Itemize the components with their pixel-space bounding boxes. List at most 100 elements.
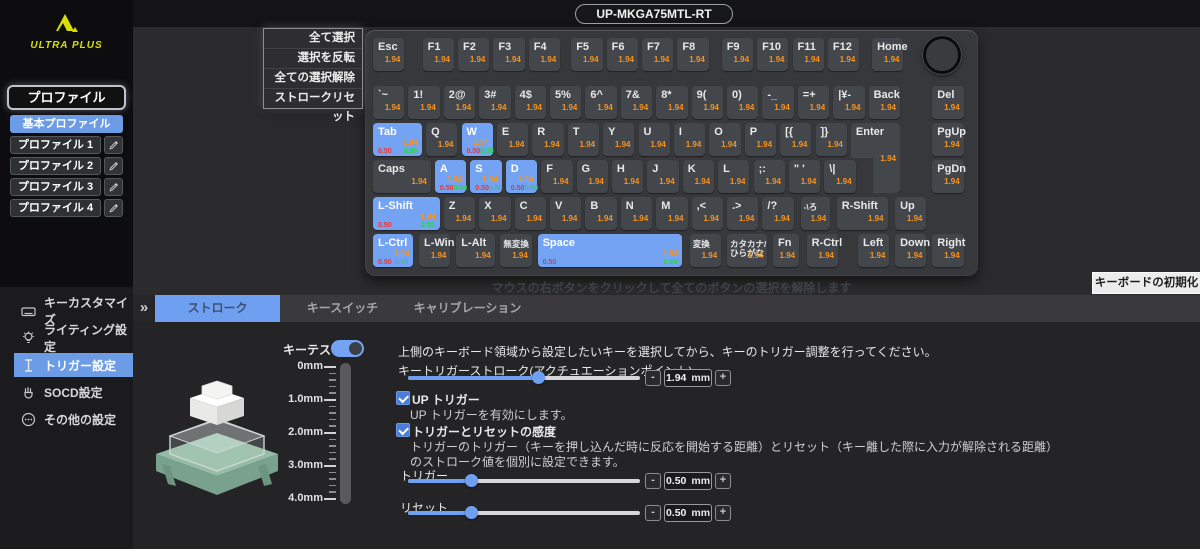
key-F10[interactable]: F101.94 — [757, 38, 788, 71]
stroke-slider[interactable] — [408, 371, 640, 385]
key-F11[interactable]: F111.94 — [793, 38, 824, 71]
key-3#[interactable]: 3#1.94 — [479, 86, 510, 119]
profile-edit-button[interactable] — [104, 199, 123, 217]
key-Back[interactable]: Back1.94 — [869, 86, 900, 119]
key-Right[interactable]: Right1.94 — [932, 234, 963, 267]
key-Down[interactable]: Down1.94 — [895, 234, 926, 267]
context-menu-item[interactable]: 選択を反転 — [264, 49, 362, 69]
key-;:[interactable]: ;:1.94 — [754, 160, 785, 193]
key-R-Ctrl[interactable]: R-Ctrl1.94 — [807, 234, 838, 267]
key-Z[interactable]: Z1.94 — [444, 197, 475, 230]
key-PgDn[interactable]: PgDn1.94 — [932, 160, 963, 193]
key-F5[interactable]: F51.94 — [571, 38, 602, 71]
key-カタカナ/[interactable]: カタカナ/ひらがな1.94 — [727, 234, 767, 267]
key-=+[interactable]: =+1.94 — [798, 86, 829, 119]
profile-edit-button[interactable] — [104, 157, 123, 175]
sensitivity-checkbox[interactable] — [396, 423, 410, 437]
profile-button[interactable]: プロファイル 3 — [10, 178, 101, 196]
profile-edit-button[interactable] — [104, 136, 123, 154]
context-menu-item[interactable]: ストロークリセット — [264, 89, 362, 108]
trigger-slider[interactable] — [408, 474, 640, 488]
reset-minus-button[interactable]: - — [645, 505, 661, 521]
key-N[interactable]: N1.94 — [621, 197, 652, 230]
profile-button[interactable]: プロファイル 1 — [10, 136, 101, 154]
key-\|[interactable]: \|1.94 — [824, 160, 855, 193]
stroke-minus-button[interactable]: - — [645, 370, 661, 386]
key-Q[interactable]: Q1.94 — [426, 123, 457, 156]
key-L[interactable]: L1.94 — [718, 160, 749, 193]
key-9([interactable]: 9(1.94 — [692, 86, 723, 119]
key-X[interactable]: X1.94 — [479, 197, 510, 230]
key-1![interactable]: 1!1.94 — [408, 86, 439, 119]
key-Space[interactable]: Space1.940.500.50 — [538, 234, 683, 267]
key-F12[interactable]: F121.94 — [828, 38, 859, 71]
key-Left[interactable]: Left1.94 — [858, 234, 889, 267]
sidebar-item[interactable]: キーカスタマイズ — [14, 299, 133, 323]
stroke-plus-button[interactable]: + — [715, 370, 731, 386]
tab-1[interactable]: ストローク — [155, 295, 280, 322]
key-F1[interactable]: F11.94 — [423, 38, 454, 71]
key-Enter[interactable]: Enter1.94 — [851, 123, 900, 193]
key-M[interactable]: M1.94 — [656, 197, 687, 230]
key--_[interactable]: -_1.94 — [762, 86, 793, 119]
key-F4[interactable]: F41.94 — [529, 38, 560, 71]
context-menu-item[interactable]: 全て選択 — [264, 29, 362, 49]
key-H[interactable]: H1.94 — [612, 160, 643, 193]
key-J[interactable]: J1.94 — [647, 160, 678, 193]
key-]}[interactable]: ]}1.94 — [816, 123, 847, 156]
key-V[interactable]: V1.94 — [550, 197, 581, 230]
key-Caps[interactable]: Caps1.94 — [373, 160, 431, 193]
key-F9[interactable]: F91.94 — [722, 38, 753, 71]
key-D[interactable]: D1.940.500.50 — [506, 160, 537, 193]
key-L-Shift[interactable]: L-Shift1.940.500.50 — [373, 197, 440, 230]
key-S[interactable]: S1.940.500.50 — [470, 160, 501, 193]
key-W[interactable]: W1.940.500.50 — [462, 123, 493, 156]
key-2@[interactable]: 2@1.94 — [444, 86, 475, 119]
trigger-minus-button[interactable]: - — [645, 473, 661, 489]
reset-plus-button[interactable]: + — [715, 505, 731, 521]
key-Y[interactable]: Y1.94 — [603, 123, 634, 156]
key-R-Shift[interactable]: R-Shift1.94 — [837, 197, 888, 230]
key--\ろ[interactable]: -\ろ1.94 — [801, 197, 831, 230]
key-PgUp[interactable]: PgUp1.94 — [932, 123, 963, 156]
trigger-plus-button[interactable]: + — [715, 473, 731, 489]
key-|¥-[interactable]: |¥-1.94 — [833, 86, 864, 119]
profile-button[interactable]: プロファイル 4 — [10, 199, 101, 217]
key-R[interactable]: R1.94 — [532, 123, 563, 156]
slider-handle[interactable] — [465, 474, 478, 487]
key-`~[interactable]: `~1.94 — [373, 86, 404, 119]
sidebar-item[interactable]: ライティング設定 — [14, 326, 133, 350]
key-L-Alt[interactable]: L-Alt1.94 — [456, 234, 495, 267]
key-変換[interactable]: 変換1.94 — [690, 234, 721, 267]
profile-button[interactable]: 基本プロファイル — [10, 115, 123, 133]
key-F[interactable]: F1.94 — [541, 160, 572, 193]
key-O[interactable]: O1.94 — [709, 123, 740, 156]
key-F6[interactable]: F61.94 — [607, 38, 638, 71]
tab-3[interactable]: キャリブレーション — [405, 295, 530, 322]
keyboard-reset-button[interactable]: キーボードの初期化 — [1092, 272, 1200, 294]
key-Home[interactable]: Home1.94 — [872, 38, 903, 71]
key-Esc[interactable]: Esc1.94 — [373, 38, 404, 71]
key-Tab[interactable]: Tab1.940.500.50 — [373, 123, 422, 156]
key-/?[interactable]: /?1.94 — [762, 197, 793, 230]
sidebar-item[interactable]: トリガー設定 — [14, 353, 133, 377]
profile-button[interactable]: プロファイル 2 — [10, 157, 101, 175]
key-0)[interactable]: 0)1.94 — [727, 86, 758, 119]
key-" '[interactable]: " '1.94 — [789, 160, 820, 193]
reset-slider[interactable] — [408, 506, 640, 520]
key-8*[interactable]: 8*1.94 — [656, 86, 687, 119]
collapse-chevron-icon[interactable]: » — [133, 295, 155, 322]
key-F3[interactable]: F31.94 — [493, 38, 524, 71]
slider-handle[interactable] — [465, 506, 478, 519]
ruler-track[interactable] — [340, 363, 351, 504]
key-5%[interactable]: 5%1.94 — [550, 86, 581, 119]
key-,<[interactable]: ,<1.94 — [692, 197, 723, 230]
context-menu-item[interactable]: 全ての選択解除 — [264, 69, 362, 89]
key-L-Win[interactable]: L-Win1.94 — [419, 234, 450, 267]
sidebar-item[interactable]: その他の設定 — [14, 407, 133, 431]
key-K[interactable]: K1.94 — [683, 160, 714, 193]
key-Fn[interactable]: Fn1.94 — [773, 234, 799, 267]
key-G[interactable]: G1.94 — [577, 160, 608, 193]
key-F7[interactable]: F71.94 — [642, 38, 673, 71]
key-P[interactable]: P1.94 — [745, 123, 776, 156]
